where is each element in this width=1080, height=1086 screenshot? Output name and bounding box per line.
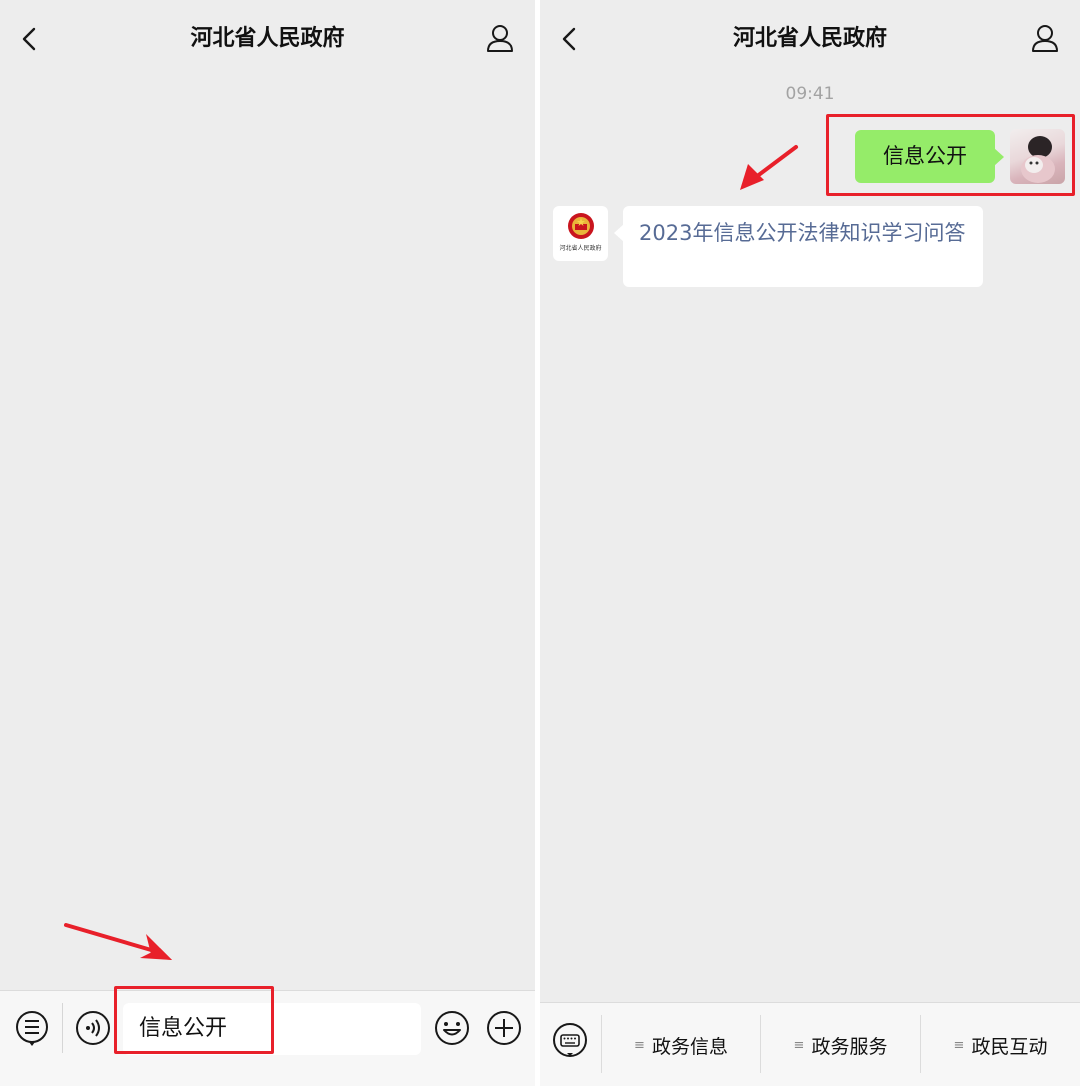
page-title: 河北省人民政府 — [732, 26, 887, 51]
emoji-icon[interactable] — [434, 1010, 470, 1046]
left-chat-screen: 河北省人民政府 信息公开 — [0, 0, 535, 1086]
menu-item-label: 政务信息 — [651, 1035, 728, 1058]
menu-item-label: 政务服务 — [811, 1035, 888, 1058]
voice-icon[interactable] — [76, 1011, 110, 1045]
right-chat-screen: 河北省人民政府 09:41 信息公开 河北省人民政府 2023年信息公开法律知识… — [540, 0, 1080, 1086]
input-bar: 信息公开 — [0, 990, 535, 1086]
separator — [62, 1003, 63, 1053]
list-icon: ≡ — [953, 1037, 965, 1053]
service-menu-bar: ≡ 政务信息 ≡ 政务服务 ≡ 政民互动 — [540, 1002, 1080, 1086]
list-icon: ≡ — [634, 1037, 645, 1053]
message-timestamp: 09:41 — [785, 84, 835, 104]
annotation-arrow — [740, 145, 798, 190]
list-icon: ≡ — [793, 1037, 805, 1053]
profile-icon[interactable] — [485, 22, 515, 56]
keyboard-icon[interactable] — [552, 1022, 588, 1058]
menu-item-government-services[interactable]: ≡ 政务服务 — [761, 1003, 920, 1086]
nav-bar: 河北省人民政府 — [540, 0, 1080, 78]
menu-item-citizen-interaction[interactable]: ≡ 政民互动 — [921, 1003, 1080, 1086]
menu-item-label: 政民互动 — [971, 1035, 1048, 1058]
plus-icon[interactable] — [486, 1010, 522, 1046]
profile-icon[interactable] — [1030, 22, 1060, 56]
sent-message-bubble[interactable]: 信息公开 — [855, 130, 1004, 183]
user-avatar[interactable] — [1010, 129, 1065, 184]
page-title: 河北省人民政府 — [190, 26, 345, 51]
menu-item-government-info[interactable]: ≡ 政务信息 — [602, 1003, 760, 1086]
annotation-arrow — [64, 923, 172, 960]
message-input[interactable]: 信息公开 — [123, 1003, 421, 1055]
government-avatar[interactable]: 河北省人民政府 — [553, 206, 608, 261]
menu-list-icon[interactable] — [14, 1010, 50, 1048]
nav-bar: 河北省人民政府 — [0, 0, 535, 78]
government-avatar-caption: 河北省人民政府 — [559, 245, 602, 252]
reply-message-link[interactable]: 2023年信息公开法律知识学习问答 — [614, 206, 983, 287]
national-emblem-icon — [567, 213, 594, 239]
